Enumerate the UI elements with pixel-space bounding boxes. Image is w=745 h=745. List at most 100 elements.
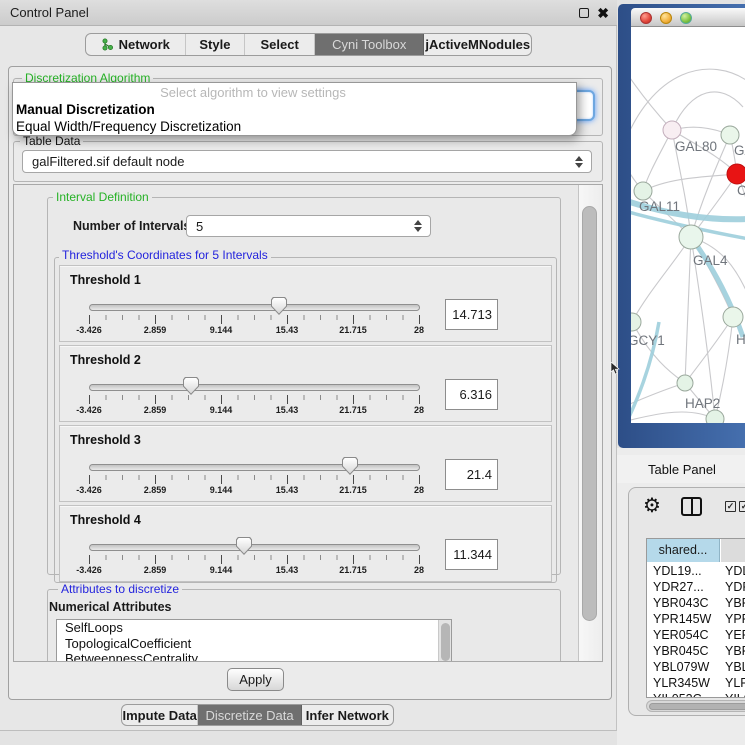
float-window-icon[interactable] [579,8,589,18]
slider-ticks [89,475,420,484]
tick-label: 15.43 [262,405,312,415]
close-icon[interactable]: ✖ [597,4,609,22]
numerical-attributes-list: SelfLoops TopologicalCoefficient Between… [56,619,452,662]
node-gal4[interactable] [679,225,703,249]
list-item-selfloops[interactable]: SelfLoops [57,620,451,636]
list-scrollbar[interactable] [438,620,451,662]
node-gal80[interactable] [663,121,681,139]
tick-label: 21.715 [328,485,378,495]
tick-label: -3.426 [64,485,114,495]
window-title: Control Panel [10,0,89,26]
table-row[interactable]: YBR043CYBR0 [647,595,745,611]
table-row[interactable]: YDL19...YDL1 [647,563,745,579]
settings-scrollbar-thumb[interactable] [582,206,597,621]
list-item-betweennesscentrality[interactable]: BetweennessCentrality [57,651,451,662]
tick-label: 15.43 [262,565,312,575]
tab-jactivemnodules-label: jActiveMNodules [425,37,530,52]
apply-button[interactable]: Apply [227,668,284,691]
number-of-intervals-label: Number of Intervals [73,219,190,233]
settings-scroll-pane: Interval Definition Number of Intervals … [13,184,603,662]
threshold-3-slider-thumb[interactable] [342,457,358,475]
table-row[interactable]: YBL079WYBL0 [647,659,745,675]
tab-infer-network[interactable]: Infer Network [302,705,393,725]
tick-label: 9.144 [196,485,246,495]
table-row[interactable]: YPR145WYPR1 [647,611,745,627]
threshold-1-value-field[interactable]: 14.713 [445,299,498,330]
thresholds-group-label: Threshold's Coordinates for 5 Intervals [59,249,271,262]
tick-label: 21.715 [328,325,378,335]
cell-shared-name: YDL19... [653,563,719,579]
close-traffic-light-icon[interactable] [640,12,652,24]
threshold-2-slider-track[interactable] [89,384,420,391]
table-horizontal-scrollbar-thumb[interactable] [649,703,745,710]
threshold-1-slider-track[interactable] [89,304,420,311]
split-columns-icon[interactable] [681,497,702,516]
threshold-3-slider-track[interactable] [89,464,420,471]
tab-style[interactable]: Style [186,34,246,55]
table-horizontal-scrollbar[interactable] [646,700,745,712]
tab-discretize-data[interactable]: Discretize Data [198,705,301,725]
node-selected-red[interactable] [727,164,745,184]
threshold-1-slider-thumb[interactable] [271,297,287,315]
tick-label: 15.43 [262,485,312,495]
network-canvas[interactable]: GAL80 GA C GAL11 GAL4 GCY1 H HAP2 [631,27,745,423]
gear-icon[interactable]: ⚙ [643,493,661,518]
table-row[interactable]: YIL052C YIL0 [647,691,745,698]
table-row[interactable]: YLR345WYLR3 [647,675,745,691]
node-label-gcy1: GCY1 [631,333,665,348]
table-data-combobox[interactable]: galFiltered.sif default node [22,150,592,173]
minimize-traffic-light-icon[interactable] [660,12,672,24]
node-h[interactable] [723,307,743,327]
threshold-2-slider-thumb[interactable] [183,377,199,395]
node-gal11[interactable] [634,182,652,200]
cell-name: YBR0 [725,595,745,611]
column-header-shared-name[interactable]: shared... [647,539,720,562]
tick-label: 28 [394,405,444,415]
dropdown-option-equal-width-frequency[interactable]: Equal Width/Frequency Discretization [16,119,241,134]
tab-network[interactable]: Network [86,34,186,55]
tick-label: 15.43 [262,325,312,335]
stepper-arrows-icon [575,156,584,168]
tab-impute-data[interactable]: Impute Data [122,705,198,725]
threshold-4-value-field[interactable]: 11.344 [445,539,498,570]
cell-shared-name: YBR045C [653,643,719,659]
cell-shared-name: YIL052C [653,691,719,698]
node-gcy1[interactable] [631,313,641,331]
control-panel-window: Control Panel ✖ Network Style Select Cyn… [0,0,617,731]
column-header-name[interactable]: na [721,539,745,562]
dropdown-option-manual-discretization[interactable]: Manual Discretization [16,102,155,117]
settings-scrollbar[interactable] [578,185,603,662]
table-data-selected-value: galFiltered.sif default node [32,151,184,172]
table-panel-title: Table Panel [648,462,716,477]
node-bottom[interactable] [706,410,724,423]
threshold-4-slider-thumb[interactable] [236,537,252,555]
zoom-traffic-light-icon[interactable] [680,12,692,24]
table-row[interactable]: YER054CYER0 [647,627,745,643]
tick-label: -3.426 [64,325,114,335]
tab-jactivemnodules[interactable]: jActiveMNodules [424,34,531,55]
tick-label: 21.715 [328,565,378,575]
number-of-intervals-combobox[interactable]: 5 [186,215,431,237]
list-item-topologicalcoefficient[interactable]: TopologicalCoefficient [57,636,451,652]
threshold-3-label: Threshold 3 [70,433,141,447]
node-top-right[interactable] [721,126,739,144]
tab-select[interactable]: Select [245,34,315,55]
tick-label: 2.859 [130,325,180,335]
table-row[interactable]: YDR27...YDR2 [647,579,745,595]
tick-label: 2.859 [130,565,180,575]
list-scrollbar-thumb[interactable] [441,623,450,661]
node-hap2[interactable] [677,375,693,391]
tick-label: 9.144 [196,325,246,335]
tab-cyni-toolbox-label: Cyni Toolbox [332,37,406,52]
cell-name: YIL0 [725,691,745,698]
tab-cyni-toolbox[interactable]: Cyni Toolbox [315,34,425,55]
threshold-3-value-field[interactable]: 21.4 [445,459,498,490]
checkbox-icon[interactable]: ✓ [725,501,736,512]
threshold-4-slider-track[interactable] [89,544,420,551]
checkbox-icon[interactable]: ✓ [739,501,745,512]
network-view-window: GAL80 GA C GAL11 GAL4 GCY1 H HAP2 [618,4,745,448]
mouse-cursor [610,362,620,375]
threshold-2-value-field[interactable]: 6.316 [445,379,498,410]
table-row[interactable]: YBR045CYBR0 [647,643,745,659]
slider-ticks [89,395,420,404]
